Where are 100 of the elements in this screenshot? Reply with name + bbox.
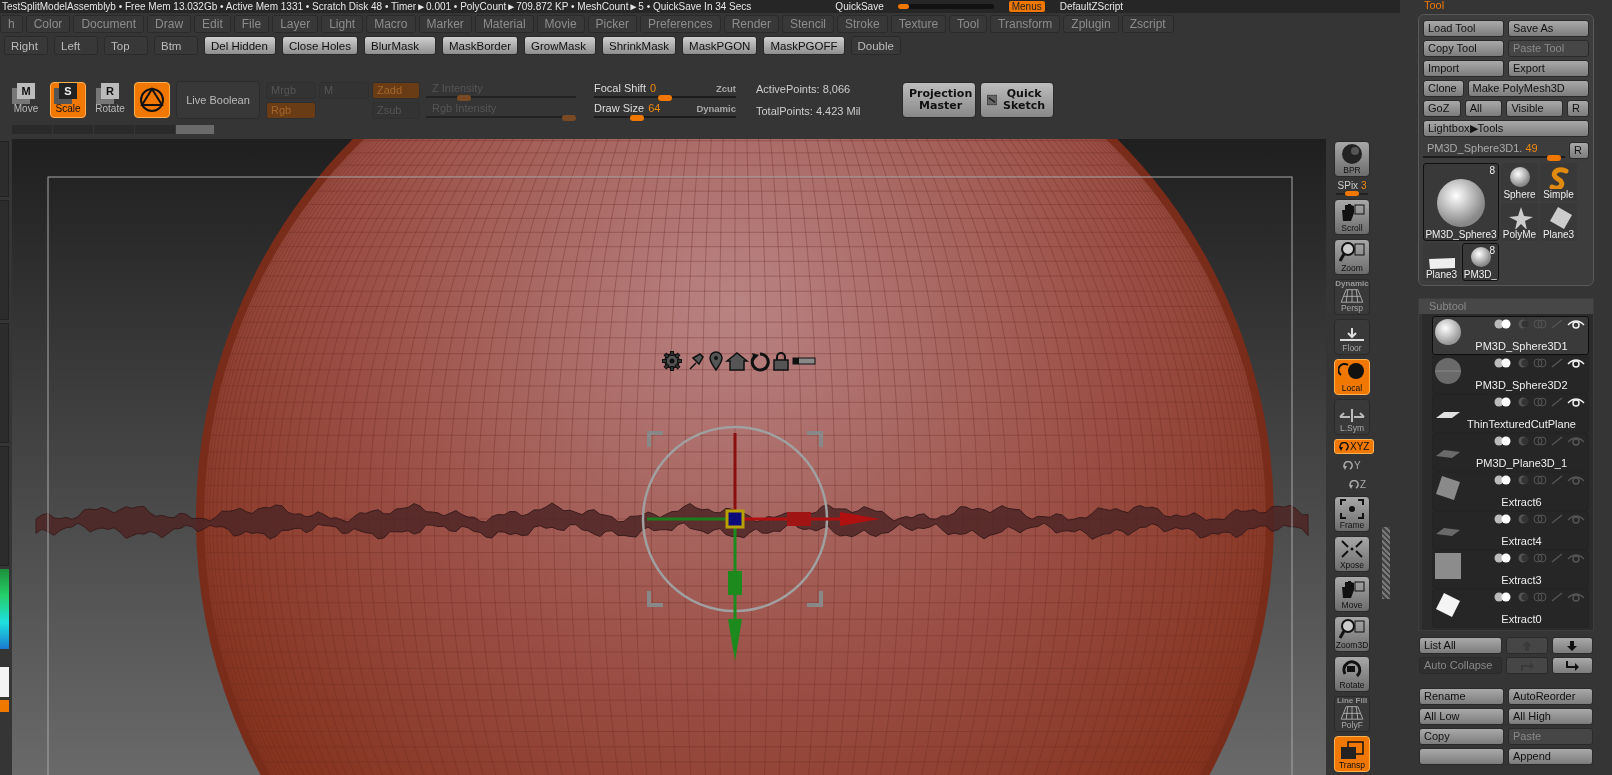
shelf-button[interactable]: L.Sym bbox=[1334, 399, 1370, 435]
eye-icon[interactable] bbox=[1567, 358, 1585, 368]
moon-icon[interactable] bbox=[1517, 397, 1529, 407]
moon-icon[interactable] bbox=[1517, 592, 1529, 602]
solo-icon[interactable] bbox=[1533, 553, 1547, 563]
custom-button[interactable]: GrowMask bbox=[524, 36, 596, 55]
shelf-button[interactable]: Line Fill PolyF bbox=[1334, 696, 1370, 732]
brush-icon[interactable] bbox=[1551, 514, 1563, 524]
shelf-button[interactable]: Zoom bbox=[1334, 239, 1370, 275]
tool-button[interactable]: Clone bbox=[1423, 80, 1464, 97]
custom-button[interactable]: Btm bbox=[154, 36, 198, 55]
location-icon[interactable] bbox=[709, 351, 723, 371]
moon-icon[interactable] bbox=[1517, 436, 1529, 446]
tool-button[interactable]: Load Tool bbox=[1423, 20, 1504, 37]
moon-icon[interactable] bbox=[1517, 514, 1529, 524]
shelf-button[interactable]: Frame bbox=[1334, 496, 1370, 532]
subtool-item[interactable]: PM3D_Plane3D_1 bbox=[1432, 433, 1589, 472]
shelf-button[interactable]: Rotate bbox=[1334, 656, 1370, 692]
toggle-icon[interactable] bbox=[792, 357, 816, 365]
tool-button[interactable]: Lightbox▶Tools bbox=[1423, 120, 1589, 137]
menu-item[interactable]: Macro bbox=[366, 15, 416, 33]
subtool-item[interactable]: Extract3 bbox=[1432, 550, 1589, 589]
polypaint-icon[interactable] bbox=[1493, 436, 1513, 446]
spix-slider[interactable]: SPix 3 bbox=[1334, 181, 1370, 195]
tool-button[interactable]: R bbox=[1567, 100, 1589, 117]
moon-icon[interactable] bbox=[1517, 475, 1529, 485]
custom-button[interactable]: Close Holes bbox=[282, 36, 358, 55]
menu-item[interactable]: Light bbox=[321, 15, 364, 33]
arrow-button[interactable] bbox=[1551, 657, 1593, 674]
brush-icon[interactable] bbox=[1551, 319, 1563, 329]
polypaint-icon[interactable] bbox=[1493, 358, 1513, 368]
menu-item[interactable]: Preferences bbox=[639, 15, 721, 33]
subtool-item[interactable]: PM3D_Sphere3D2 bbox=[1432, 355, 1589, 394]
scroll-indicator[interactable] bbox=[1382, 527, 1390, 599]
see-through-slider[interactable] bbox=[897, 4, 994, 9]
shelf-button[interactable]: Move bbox=[1334, 576, 1370, 612]
polypaint-icon[interactable] bbox=[1493, 397, 1513, 407]
tool-thumbnail[interactable]: 8 PM3D_ bbox=[1462, 243, 1499, 281]
menu-item[interactable]: Edit bbox=[194, 15, 231, 33]
brush-icon[interactable] bbox=[1551, 553, 1563, 563]
subtool-item[interactable]: PM3D_Sphere3D1 bbox=[1432, 316, 1589, 355]
menu-item[interactable]: h bbox=[0, 15, 23, 33]
subtool-button[interactable]: Rename bbox=[1419, 688, 1504, 705]
subtool-button[interactable]: All High bbox=[1508, 708, 1593, 725]
custom-button[interactable]: BlurMask bbox=[364, 36, 436, 55]
rotate-icon[interactable] bbox=[750, 352, 770, 372]
tool-thumbnail[interactable]: Sphere bbox=[1501, 163, 1538, 201]
edit-mode-button[interactable] bbox=[134, 82, 170, 118]
tray-scroll-thumb[interactable] bbox=[176, 125, 214, 134]
quick-sketch-button[interactable]: Quick Sketch bbox=[980, 82, 1054, 118]
moon-icon[interactable] bbox=[1517, 553, 1529, 563]
menu-item[interactable]: Marker bbox=[418, 15, 472, 33]
shelf-button[interactable]: Xpose bbox=[1334, 536, 1370, 572]
shelf-button[interactable]: BPR bbox=[1334, 141, 1370, 177]
main-color-swatch[interactable] bbox=[0, 667, 9, 697]
pin-icon[interactable] bbox=[689, 353, 704, 370]
tool-thumbnail[interactable]: Plane3 bbox=[1540, 203, 1577, 241]
brush-icon[interactable] bbox=[1551, 475, 1563, 485]
tool-button[interactable]: Copy Tool bbox=[1423, 40, 1504, 57]
tool-button[interactable]: Visible bbox=[1506, 100, 1563, 117]
solo-icon[interactable] bbox=[1533, 397, 1547, 407]
menu-item[interactable]: Color bbox=[25, 15, 71, 33]
shelf-button[interactable]: Floor bbox=[1334, 319, 1370, 355]
menus-button[interactable]: Menus bbox=[1007, 0, 1046, 13]
brush-slider[interactable]: Draw Size 64 Dynamic bbox=[594, 101, 736, 119]
custom-button[interactable]: Double bbox=[850, 36, 901, 55]
menu-item[interactable]: Zplugin bbox=[1063, 15, 1119, 33]
list-button[interactable]: List All bbox=[1419, 637, 1502, 654]
house-icon[interactable] bbox=[724, 352, 750, 371]
tool-button[interactable]: Make PolyMesh3D bbox=[1467, 80, 1589, 97]
subtool-button[interactable] bbox=[1419, 748, 1504, 765]
gear-icon[interactable] bbox=[662, 351, 682, 371]
brush-slider[interactable]: Focal Shift 0 Zcut bbox=[594, 81, 736, 99]
polypaint-icon[interactable] bbox=[1493, 319, 1513, 329]
tool-button[interactable]: GoZ bbox=[1423, 100, 1461, 117]
transform-mode-button[interactable]: R Rotate bbox=[92, 82, 128, 118]
brush-icon[interactable] bbox=[1551, 592, 1563, 602]
menu-item[interactable]: Stroke bbox=[837, 15, 888, 33]
brush-icon[interactable] bbox=[1551, 397, 1563, 407]
moon-icon[interactable] bbox=[1517, 358, 1529, 368]
custom-button[interactable]: Del Hidden bbox=[204, 36, 276, 55]
menu-item[interactable]: Stencil bbox=[782, 15, 834, 33]
tool-button[interactable]: Export bbox=[1508, 60, 1589, 77]
live-boolean-button[interactable]: Live Boolean bbox=[176, 81, 260, 119]
polypaint-icon[interactable] bbox=[1493, 514, 1513, 524]
solo-icon[interactable] bbox=[1533, 514, 1547, 524]
menu-item[interactable]: Material bbox=[474, 15, 534, 33]
menu-item[interactable]: Document bbox=[73, 15, 145, 33]
menu-item[interactable]: File bbox=[233, 15, 270, 33]
menu-item[interactable]: Tool bbox=[949, 15, 988, 33]
custom-button[interactable]: MaskPGOFF bbox=[763, 36, 845, 55]
menu-item[interactable]: Transform bbox=[990, 15, 1061, 33]
shelf-button[interactable]: Dynamic Persp bbox=[1334, 279, 1370, 315]
menu-item[interactable]: Layer bbox=[272, 15, 319, 33]
polypaint-icon[interactable] bbox=[1493, 475, 1513, 485]
transform-mode-button[interactable]: S Scale bbox=[50, 82, 86, 118]
lock-icon[interactable] bbox=[773, 352, 789, 371]
custom-button[interactable]: ShrinkMask bbox=[602, 36, 677, 55]
solo-icon[interactable] bbox=[1533, 475, 1547, 485]
subtool-item[interactable]: Extract4 bbox=[1432, 511, 1589, 550]
